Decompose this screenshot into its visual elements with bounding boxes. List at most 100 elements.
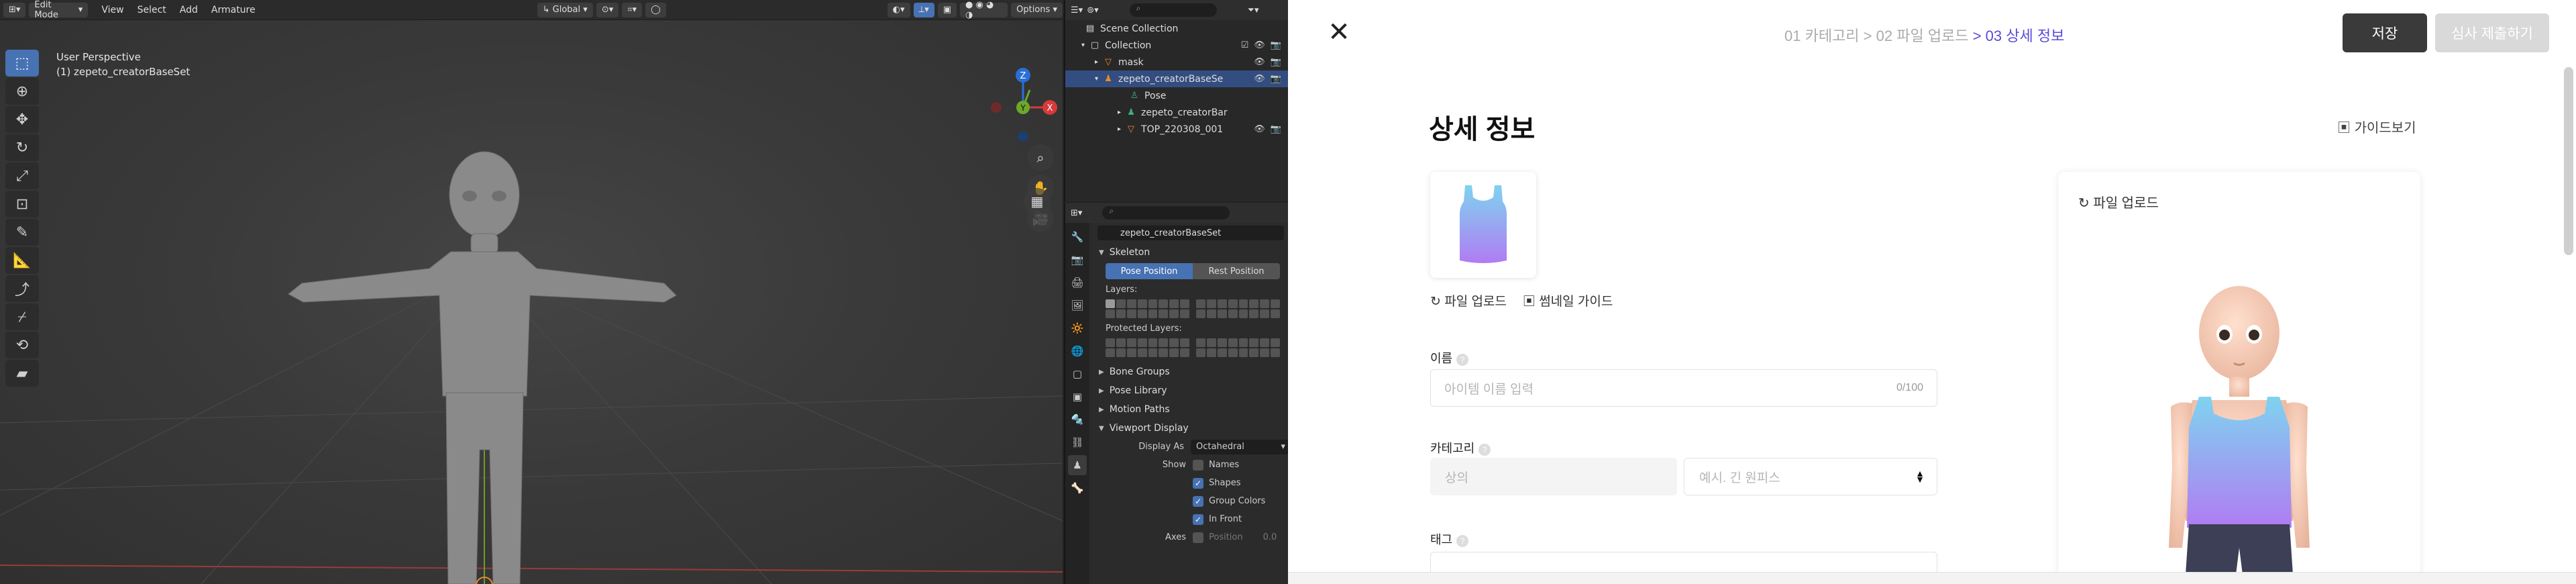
- collection-tab-icon[interactable]: ▢: [1068, 364, 1087, 384]
- expand-arrow-icon[interactable]: ▾: [1095, 75, 1098, 83]
- transform-icon[interactable]: ⊡: [5, 191, 39, 217]
- menu-armature[interactable]: Armature: [211, 5, 256, 15]
- save-button[interactable]: 저장: [2343, 13, 2427, 52]
- properties-search-input[interactable]: ⌕: [1102, 206, 1230, 220]
- zoom-icon[interactable]: ⌕: [1027, 144, 1054, 171]
- outliner-editor-icon[interactable]: ☰▾: [1071, 5, 1083, 15]
- world-tab-icon[interactable]: 🌐: [1068, 341, 1087, 361]
- menu-add[interactable]: Add: [180, 5, 198, 15]
- expand-arrow-icon[interactable]: ▸: [1095, 58, 1098, 66]
- expand-arrow-icon[interactable]: ▾: [1081, 42, 1085, 49]
- mode-dropdown[interactable]: Edit Mode ▾: [29, 0, 89, 20]
- render-tab-icon[interactable]: 📷: [1068, 250, 1087, 270]
- file-upload-link[interactable]: ↻ 파일 업로드: [1430, 291, 1507, 309]
- eye-icon[interactable]: 👁: [1254, 40, 1265, 50]
- checkbox-icon[interactable]: ☑: [1241, 40, 1249, 50]
- camera-render-icon[interactable]: 📷: [1271, 40, 1281, 50]
- camera-render-icon[interactable]: 📷: [1271, 57, 1281, 67]
- roll-icon[interactable]: ⟲: [5, 332, 39, 358]
- filter-icon[interactable]: ⏷▾: [1248, 5, 1259, 15]
- modifier-tab-icon[interactable]: 🔩: [1068, 409, 1087, 430]
- object-tab-icon[interactable]: ▣: [1068, 387, 1087, 407]
- subcategory-select[interactable]: 예시. 긴 원피스 ▲ ▼: [1684, 458, 1937, 495]
- eye-icon[interactable]: 👁: [1254, 124, 1265, 134]
- move-icon[interactable]: ✥: [5, 106, 39, 133]
- 3d-viewport[interactable]: ⬚ ⊕ ✥ ↻ ⤢ ⊡ ✎ 📐 ⤴ ⌿ ⟲ ▰ User Perspective…: [0, 20, 1063, 584]
- scene-tab-icon[interactable]: 🔆: [1068, 318, 1087, 338]
- xray-button[interactable]: ▣: [937, 2, 957, 17]
- section-skeleton[interactable]: ▼ Skeleton: [1092, 243, 1289, 262]
- bone-size-icon[interactable]: ⌿: [5, 303, 39, 330]
- gizmo-button[interactable]: ⟂▾: [913, 2, 934, 17]
- breadcrumb-step-1[interactable]: 01 카테고리: [1784, 28, 1860, 44]
- submit-review-button[interactable]: 심사 제출하기: [2435, 13, 2549, 52]
- properties-editor-icon[interactable]: ⊞▾: [1071, 208, 1082, 218]
- armature-data-tab-icon[interactable]: ♟: [1068, 455, 1087, 475]
- expand-arrow-icon[interactable]: ▸: [1118, 109, 1121, 116]
- page-scrollbar[interactable]: [2564, 67, 2573, 255]
- cursor-icon[interactable]: ⊕: [5, 78, 39, 105]
- view-layer-tab-icon[interactable]: 🖼: [1068, 295, 1087, 315]
- editor-type-button[interactable]: ⊞▾: [3, 2, 26, 17]
- rotate-icon[interactable]: ↻: [5, 134, 39, 161]
- snap-button[interactable]: ⌗▾: [622, 2, 643, 17]
- section-motion-paths[interactable]: ▶ Motion Paths: [1092, 400, 1289, 419]
- extrude-icon[interactable]: ⤴: [5, 275, 39, 302]
- overlay-button[interactable]: ◐▾: [887, 2, 910, 17]
- pose-position-button[interactable]: Pose Position: [1106, 263, 1193, 279]
- help-icon[interactable]: ?: [1456, 535, 1469, 547]
- outliner-row-armature-data[interactable]: ▸ ♟ zepeto_creatorBar: [1065, 104, 1288, 121]
- object-name-field[interactable]: zepeto_creatorBaseSet: [1097, 226, 1284, 240]
- perspective-grid-icon[interactable]: ▦: [1024, 188, 1051, 215]
- pivot-dropdown[interactable]: ⊙▾: [596, 2, 619, 17]
- name-input[interactable]: 아이템 이름 입력 0/100: [1430, 369, 1937, 407]
- help-icon[interactable]: ?: [1456, 354, 1469, 366]
- scale-icon[interactable]: ⤢: [5, 162, 39, 189]
- names-checkbox[interactable]: [1193, 459, 1203, 471]
- annotate-icon[interactable]: ✎: [5, 219, 39, 246]
- help-icon[interactable]: ?: [1479, 444, 1491, 456]
- in-front-checkbox[interactable]: ✓: [1193, 514, 1203, 525]
- menu-view[interactable]: View: [101, 5, 123, 15]
- shading-buttons[interactable]: ● ◉ ◕ ◑: [960, 0, 1008, 20]
- measure-icon[interactable]: 📐: [5, 247, 39, 274]
- output-tab-icon[interactable]: 🖨: [1068, 273, 1087, 293]
- row-toggles[interactable]: 👁 📷: [1254, 124, 1281, 134]
- display-as-dropdown[interactable]: Octahedral ▾: [1191, 439, 1289, 454]
- axes-checkbox[interactable]: [1193, 532, 1203, 543]
- proportional-edit-button[interactable]: ◯: [645, 2, 666, 17]
- close-icon[interactable]: ✕: [1326, 19, 1352, 46]
- breadcrumb-step-2[interactable]: 02 파일 업로드: [1876, 28, 1969, 44]
- expand-arrow-icon[interactable]: ▸: [1118, 126, 1121, 133]
- shapes-checkbox[interactable]: ✓: [1193, 477, 1203, 489]
- bone-tab-icon[interactable]: 🦴: [1068, 478, 1087, 498]
- outliner-row-armature[interactable]: ▾ ♟ zepeto_creatorBaseSe 👁 📷: [1065, 70, 1288, 87]
- section-viewport-display[interactable]: ▼ Viewport Display: [1092, 419, 1289, 438]
- axes-position-value[interactable]: 0.0: [1263, 532, 1277, 542]
- outliner-row-top[interactable]: ▸ ▽ TOP_220308_001 👁 📷: [1065, 121, 1288, 138]
- tool-tab-icon[interactable]: 🔧: [1068, 227, 1087, 247]
- outliner-row-pose[interactable]: ♙ Pose: [1065, 87, 1288, 104]
- select-box-icon[interactable]: ⬚: [5, 50, 39, 77]
- constraint-tab-icon[interactable]: ⛓: [1068, 432, 1087, 452]
- thumbnail-guide-link[interactable]: ▣ 썸네일 가이드: [1523, 291, 1613, 309]
- menu-select[interactable]: Select: [138, 5, 166, 15]
- group-colors-checkbox[interactable]: ✓: [1193, 495, 1203, 507]
- horizontal-scrollbar[interactable]: [1288, 572, 2576, 584]
- options-button[interactable]: Options ▾: [1011, 2, 1063, 17]
- rest-position-button[interactable]: Rest Position: [1193, 263, 1280, 279]
- guide-link[interactable]: ▣ 가이드보기: [2337, 117, 2416, 136]
- section-pose-library[interactable]: ▶ Pose Library: [1092, 381, 1289, 400]
- protected-layers-grid[interactable]: [1106, 338, 1280, 357]
- layers-grid[interactable]: [1106, 299, 1280, 318]
- navigation-gizmo[interactable]: Z X Y ⌕ ✋ 🎥: [983, 47, 1063, 235]
- outliner-row-mask[interactable]: ▸ ▽ mask 👁 📷: [1065, 54, 1288, 70]
- axis-gizmo[interactable]: Z X Y: [983, 47, 1063, 142]
- bone-envelope-icon[interactable]: ▰: [5, 360, 39, 387]
- section-bone-groups[interactable]: ▶ Bone Groups: [1092, 362, 1289, 381]
- outliner-row-scene-collection[interactable]: ▤ Scene Collection: [1065, 20, 1288, 37]
- eye-icon[interactable]: 👁: [1254, 74, 1265, 84]
- camera-render-icon[interactable]: 📷: [1271, 74, 1281, 84]
- row-toggles[interactable]: ☑ 👁 📷: [1241, 40, 1281, 50]
- outliner-search-input[interactable]: ⌕: [1129, 3, 1217, 17]
